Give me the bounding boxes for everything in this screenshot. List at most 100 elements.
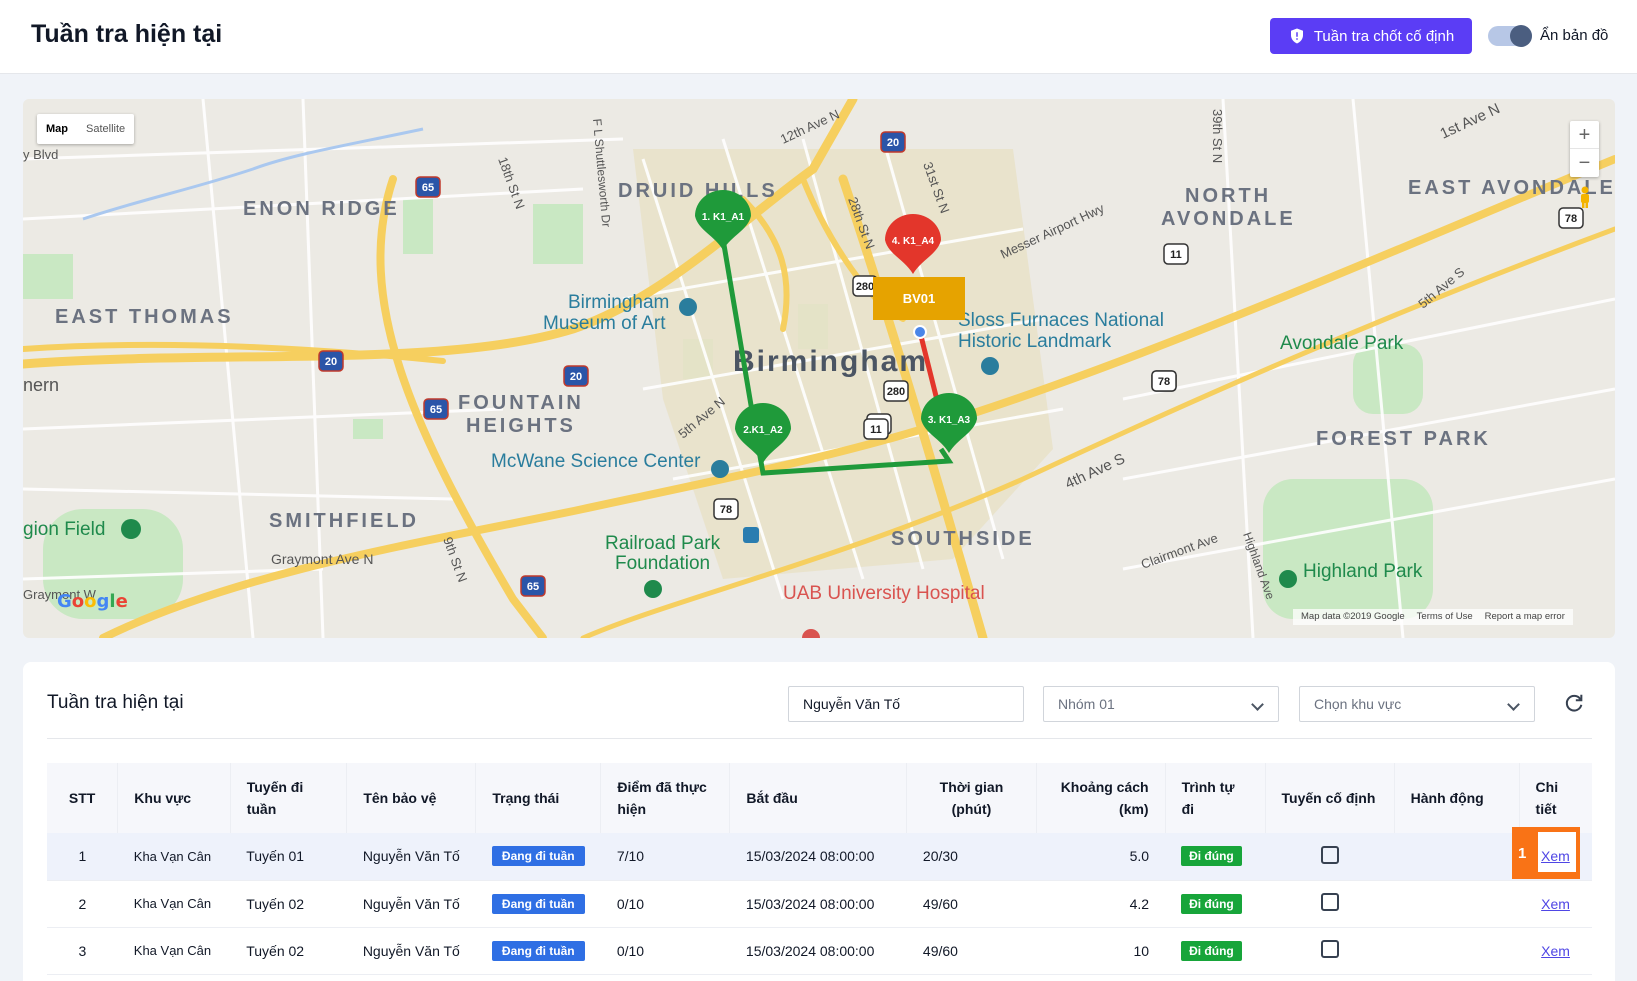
column-header: Khu vực [117,763,231,833]
cell-start: 15/03/2024 08:00:00 [729,880,907,928]
zoom-in-button[interactable]: + [1570,121,1599,149]
order-badge: Đi đúng [1181,940,1242,961]
area-select-placeholder: Chọn khu vực [1314,696,1402,712]
hospital-icon [802,629,820,638]
hide-map-label: Ẩn bản đồ [1540,27,1609,44]
fixed-route-checkbox[interactable] [1320,893,1339,911]
zoom-control: + − [1570,121,1599,177]
label-forest-park: FOREST PARK [1316,428,1491,450]
map-type-map[interactable]: Map [37,114,77,144]
column-header: Chi tiết [1519,763,1592,833]
cell-order: Đi đúng [1165,833,1266,881]
svg-text:65: 65 [430,404,442,416]
label-avondale-park: Avondale Park [1280,333,1404,354]
svg-text:280: 280 [856,281,874,293]
fixed-patrol-button[interactable]: Tuần tra chốt cố định [1270,18,1472,54]
map-attribution: Map data ©2019 Google Terms of Use Repor… [1293,609,1573,625]
group-select[interactable]: Nhóm 01 [1043,686,1279,722]
us-route-shield-icon: 78 [1558,207,1584,229]
map-type-satellite[interactable]: Satellite [77,114,134,144]
svg-text:11: 11 [1170,249,1182,261]
table-row[interactable]: 2 Kha Vạn Cân Tuyến 02 Nguyễn Văn Tố Đan… [47,880,1592,928]
column-header: Hành động [1394,763,1520,833]
interstate-shield-icon: 65 [415,176,441,198]
label-uab: UAB University Hospital [783,583,985,604]
cell-order: Đi đúng [1165,880,1266,928]
cell-action [1394,833,1520,881]
status-badge: Đang đi tuần [491,846,585,867]
column-header: Khoảng cách (km) [1036,763,1166,833]
cell-fixed-route [1265,880,1395,928]
label-railroad-2: Foundation [615,553,710,574]
cell-action [1394,880,1520,928]
cell-stt: 2 [47,880,118,928]
annotation-number: 1 [1518,845,1527,862]
fixed-route-checkbox[interactable] [1320,940,1339,958]
area-select[interactable]: Chọn khu vực [1299,686,1535,722]
pegman-icon[interactable] [1578,186,1592,208]
cell-status: Đang đi tuần [475,927,601,975]
svg-text:20: 20 [570,371,582,383]
label-avondale: AVONDALE [1161,208,1296,230]
label-railroad-1: Railroad Park [605,533,721,554]
guard-marker-label[interactable]: BV01 [873,277,965,320]
label-heights: HEIGHTS [466,415,576,437]
report-error-link[interactable]: Report a map error [1485,609,1565,625]
map-type-control: Map Satellite [37,114,135,144]
cell-action [1394,927,1520,975]
map-canvas: DRUID HILLS ENON RIDGE NORTH AVONDALE EA… [23,99,1615,638]
cell-order: Đi đúng [1165,927,1266,975]
detail-link[interactable]: Xem [1541,943,1570,959]
fixed-route-checkbox[interactable] [1320,845,1339,864]
landmark-icon [981,357,999,375]
cell-distance: 5.0 [1036,833,1166,881]
science-icon [711,460,729,478]
hide-map-toggle[interactable] [1488,25,1532,47]
park-icon [644,580,662,598]
cell-points: 0/10 [600,927,730,975]
label-druid-hills: DRUID HILLS [618,180,778,202]
toggle-knob [1510,25,1532,47]
cell-distance: 4.2 [1036,880,1166,928]
detail-link[interactable]: Xem [1541,896,1570,912]
us-route-shield-icon: 78 [713,498,739,520]
label-39th: 39th St N [1210,109,1225,163]
museum-icon [679,298,697,316]
cell-detail: Xem [1519,880,1592,928]
transit-icon [743,527,759,543]
interstate-shield-icon: 20 [563,365,589,387]
cell-guard: Nguyễn Văn Tố [346,927,476,975]
column-header: Điểm đã thực hiện [600,763,731,833]
field-icon [121,519,141,539]
svg-text:78: 78 [1565,213,1577,225]
label-clairmont: Clairmont Ave [1139,530,1220,572]
guard-name-input[interactable]: Nguyễn Văn Tố [788,686,1024,722]
interstate-shield-icon: 20 [880,131,906,153]
zoom-out-button[interactable]: − [1570,149,1599,177]
top-bar: Tuần tra hiện tại Tuần tra chốt cố định … [0,0,1637,74]
cell-detail: Xem [1519,927,1592,975]
chevron-down-icon [1507,698,1520,711]
label-shuttlesworth: F L Shuttlesworth Dr [590,118,613,228]
column-header: Thời gian (phút) [906,763,1037,833]
patrol-panel: Tuần tra hiện tại Nguyễn Văn Tố Nhóm 01 … [23,662,1615,981]
cell-start: 15/03/2024 08:00:00 [729,927,907,975]
map-view[interactable]: DRUID HILLS ENON RIDGE NORTH AVONDALE EA… [23,99,1615,638]
column-header: Trạng thái [475,763,602,833]
label-smithfield: SMITHFIELD [269,510,419,532]
us-route-shield-icon: 280 [883,380,909,402]
table-row[interactable]: 1 Kha Vạn Cân Tuyến 01 Nguyễn Văn Tố Đan… [47,833,1592,881]
pin-label: 2.K1_A2 [743,425,783,436]
chevron-down-icon [1251,698,1264,711]
svg-text:65: 65 [422,182,434,194]
terms-link[interactable]: Terms of Use [1417,609,1473,625]
refresh-icon[interactable] [1563,692,1585,714]
label-enon-ridge: ENON RIDGE [243,198,400,220]
label-museum-1: Birmingham [568,292,669,313]
detail-link-annotated[interactable]: Xem [1541,848,1570,864]
cell-fixed-route [1265,927,1395,975]
label-east-thomas: EAST THOMAS [55,306,234,328]
table-row[interactable]: 3 Kha Vạn Cân Tuyến 02 Nguyễn Văn Tố Đan… [47,927,1592,975]
cell-area: Kha Vạn Cân [117,880,231,928]
label-sloss-1: Sloss Furnaces National [958,310,1164,331]
